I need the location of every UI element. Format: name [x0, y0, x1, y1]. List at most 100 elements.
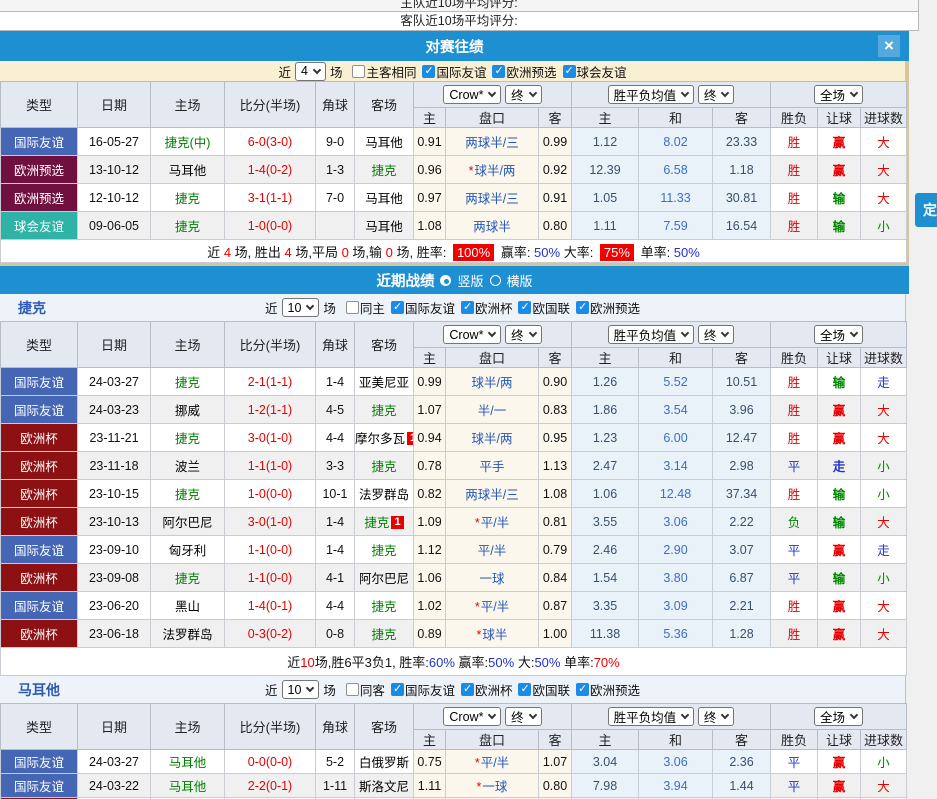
odds-away-cell: 0.80: [539, 212, 572, 240]
table-row: 欧洲预选 13-10-12 马耳他 1-4(0-2) 1-3 捷克 0.96 *…: [1, 156, 907, 184]
match-count-select[interactable]: 4: [295, 62, 326, 81]
result-cell: 负: [771, 508, 818, 536]
summary-segment: 60%: [429, 655, 455, 670]
handicap-cell: *球半: [446, 620, 539, 648]
home-team-cell: 捷克: [151, 480, 225, 508]
red-card-badge: 1: [391, 516, 403, 529]
chevron-down-icon: [681, 329, 689, 337]
unchecked-checkbox-icon[interactable]: [346, 301, 359, 314]
avg-away-cell: 1.18: [713, 156, 771, 184]
avg-home-cell: 3.35: [572, 592, 639, 620]
col-home: 主场: [151, 322, 225, 368]
goals-result-cell: 走: [861, 536, 907, 564]
avg-time-select[interactable]: 终: [698, 85, 735, 104]
h2h-popup: 对赛往绩 × 近 4 场 主客相同国际友谊欧洲预选球会友谊: [0, 31, 909, 266]
close-icon[interactable]: ×: [878, 35, 900, 57]
avg-away-cell: 2.22: [713, 508, 771, 536]
checked-checkbox-icon[interactable]: [576, 301, 589, 314]
result-cell: 平: [771, 536, 818, 564]
score-cell: 1-2(1-1): [225, 396, 316, 424]
col-avg-away: 客: [713, 108, 771, 128]
near-label: 近: [265, 298, 278, 317]
handicap-cell: 两球半: [446, 212, 539, 240]
odds-home-cell: 1.07: [414, 396, 446, 424]
odds-source-select[interactable]: Crow*: [443, 325, 501, 344]
avg-time-select[interactable]: 终: [698, 707, 735, 726]
handicap-result-cell: 输: [818, 480, 861, 508]
match-count-select[interactable]: 10: [282, 680, 320, 699]
col-date: 日期: [78, 322, 151, 368]
score-cell: 1-1(1-0): [225, 452, 316, 480]
unchecked-checkbox-icon[interactable]: [352, 65, 365, 78]
date-cell: 12-10-12: [78, 184, 151, 212]
avg-away-cell: 30.81: [713, 184, 771, 212]
checked-checkbox-icon[interactable]: [518, 683, 531, 696]
full-match-select[interactable]: 全场: [814, 85, 863, 104]
checked-checkbox-icon[interactable]: [461, 301, 474, 314]
score-cell: 3-1(1-1): [225, 184, 316, 212]
avg-odds-select[interactable]: 胜平负均值: [608, 707, 695, 726]
unchecked-checkbox-icon[interactable]: [346, 683, 359, 696]
checked-checkbox-icon[interactable]: [576, 683, 589, 696]
avg-home-cell: 1.12: [572, 128, 639, 156]
table-row: 欧洲杯 23-11-18 波兰 1-1(1-0) 3-3 捷克 0.78 平手 …: [1, 452, 907, 480]
checked-checkbox-icon[interactable]: [391, 301, 404, 314]
odds-source-select[interactable]: Crow*: [443, 707, 501, 726]
full-match-select[interactable]: 全场: [814, 325, 863, 344]
col-result: 胜负: [771, 730, 818, 750]
competition-cell: 国际友谊: [1, 592, 78, 620]
table-row: 国际友谊 24-03-22 马耳他 2-2(0-1) 1-11 斯洛文尼 1.1…: [1, 774, 907, 798]
full-match-select[interactable]: 全场: [814, 707, 863, 726]
avg-away-cell: 10.51: [713, 368, 771, 396]
unit-label: 场: [323, 680, 336, 699]
competition-cell: 欧洲杯: [1, 424, 78, 452]
table-row: 国际友谊 23-06-20 黑山 1-4(0-1) 4-4 捷克 1.02 *平…: [1, 592, 907, 620]
radio-selected-icon[interactable]: [440, 275, 451, 286]
avg-odds-select[interactable]: 胜平负均值: [608, 325, 695, 344]
date-cell: 24-03-27: [78, 368, 151, 396]
col-goals: 进球数: [861, 730, 907, 750]
col-avg-home: 主: [572, 730, 639, 750]
odds-home-cell: 1.06: [414, 564, 446, 592]
odds-time-select[interactable]: 终: [505, 707, 542, 726]
avg-time-select[interactable]: 终: [698, 325, 735, 344]
side-tab[interactable]: 定: [915, 193, 937, 227]
avg-home-cell: 1.23: [572, 424, 639, 452]
avg-draw-cell: 5.36: [639, 620, 713, 648]
table-row: 欧洲杯 23-06-18 法罗群岛 0-3(0-2) 0-8 捷克 0.89 *…: [1, 620, 907, 648]
avg-draw-cell: 3.06: [639, 508, 713, 536]
checked-checkbox-icon[interactable]: [422, 65, 435, 78]
radio-unselected-icon[interactable]: [490, 275, 501, 286]
summary-segment: 近: [207, 245, 224, 260]
summary-segment: 赢率:: [455, 655, 488, 670]
col-handicap: 盘口: [446, 108, 539, 128]
chevron-down-icon: [528, 711, 536, 719]
avg-draw-cell: 3.06: [639, 750, 713, 774]
checked-checkbox-icon[interactable]: [492, 65, 505, 78]
col-goals: 进球数: [861, 348, 907, 368]
checked-checkbox-icon[interactable]: [461, 683, 474, 696]
col-handicap: 盘口: [446, 348, 539, 368]
result-cell: 胜: [771, 156, 818, 184]
match-count-select[interactable]: 10: [282, 298, 320, 317]
odds-home-cell: 1.08: [414, 212, 446, 240]
away-team-cell: 捷克: [355, 592, 414, 620]
checked-checkbox-icon[interactable]: [518, 301, 531, 314]
result-cell: 胜: [771, 620, 818, 648]
checked-checkbox-icon[interactable]: [391, 683, 404, 696]
home-team-cell: 捷克: [151, 368, 225, 396]
odds-home-cell: 0.89: [414, 620, 446, 648]
odds-time-select[interactable]: 终: [505, 325, 542, 344]
avg-draw-cell: 6.58: [639, 156, 713, 184]
odds-time-select[interactable]: 终: [505, 85, 542, 104]
odds-away-cell: 0.81: [539, 508, 572, 536]
odds-home-cell: 0.75: [414, 750, 446, 774]
avg-odds-select[interactable]: 胜平负均值: [608, 85, 695, 104]
odds-away-cell: 0.99: [539, 128, 572, 156]
corner-cell: 1-4: [316, 508, 355, 536]
col-corner: 角球: [316, 704, 355, 750]
odds-source-select[interactable]: Crow*: [443, 85, 501, 104]
h2h-summary: 近 4 场, 胜出 4 场,平局 0 场,输 0 场, 胜率: 100% 赢率:…: [1, 240, 907, 263]
goals-result-cell: 走: [861, 368, 907, 396]
checked-checkbox-icon[interactable]: [563, 65, 576, 78]
